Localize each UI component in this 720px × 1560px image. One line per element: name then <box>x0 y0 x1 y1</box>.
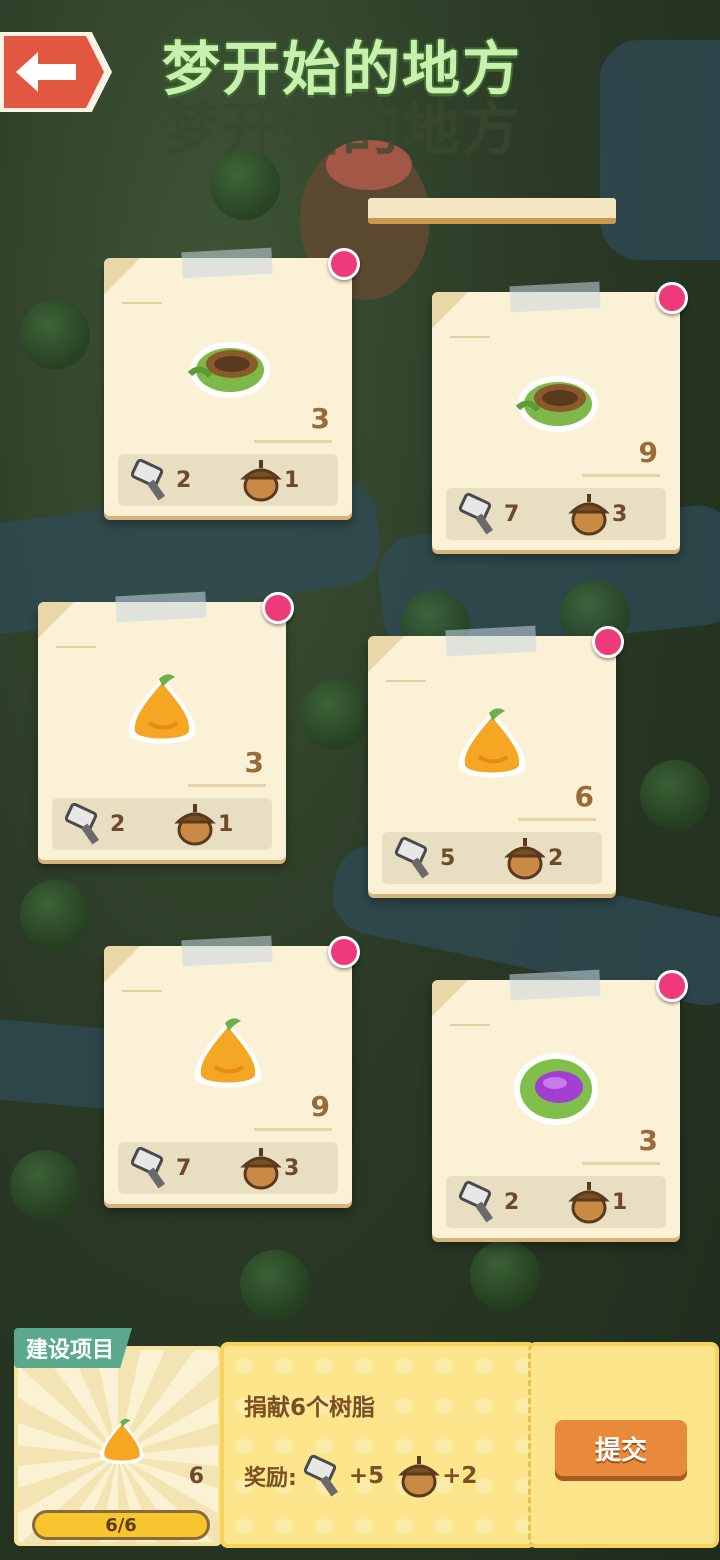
acorn-cost: 2 <box>548 845 564 871</box>
acorn-icon <box>240 460 282 502</box>
acorn-cost: 1 <box>284 467 300 493</box>
cost-row: 5 2 <box>382 832 602 884</box>
notification-dot <box>328 936 360 968</box>
hammer-icon <box>458 1180 494 1223</box>
acorn-cost: 3 <box>284 1155 300 1181</box>
cost-row: 7 3 <box>118 1142 338 1194</box>
hammer-icon <box>130 1146 166 1189</box>
nest-icon <box>178 316 278 416</box>
hammer-icon <box>458 492 494 535</box>
cost-row: 2 1 <box>118 454 338 506</box>
submit-panel: 提交 <box>528 1342 719 1548</box>
acorn-icon <box>398 1456 440 1498</box>
wooden-plank <box>368 198 616 224</box>
hammer-cost: 5 <box>440 845 456 871</box>
order-card-1[interactable]: 3 2 1 <box>104 247 360 528</box>
notification-dot <box>656 970 688 1002</box>
acorn-icon <box>568 494 610 536</box>
item-quantity: 9 <box>638 436 658 469</box>
order-card-5[interactable]: 9 7 3 <box>104 935 360 1216</box>
hammer-icon <box>130 458 166 501</box>
notification-dot <box>592 626 624 658</box>
progress-text: 6/6 <box>105 1514 137 1536</box>
task-description: 捐献6个树脂 <box>244 1395 376 1421</box>
progress-bar: 6/6 <box>32 1510 210 1540</box>
acorn-icon <box>240 1148 282 1190</box>
item-quantity: 9 <box>310 1090 330 1123</box>
reward-row: 奖励: +5 +2 <box>244 1454 491 1498</box>
nest-icon <box>506 350 606 450</box>
leaf-egg-icon <box>506 1038 606 1138</box>
back-arrow-icon <box>16 52 76 92</box>
hammer-cost: 2 <box>176 467 192 493</box>
hammer-icon <box>64 802 100 845</box>
submit-button[interactable]: 提交 <box>555 1420 687 1476</box>
page-title: 梦开始的地方 <box>162 35 523 103</box>
hammer-icon <box>394 836 430 879</box>
notification-dot <box>328 248 360 280</box>
project-panel: 6 6/6 建设项目 捐献6个树脂 奖励: +5 +2 提交 <box>8 1328 719 1548</box>
item-quantity: 3 <box>638 1124 658 1157</box>
acorn-icon <box>568 1182 610 1224</box>
acorn-cost: 3 <box>612 501 628 527</box>
item-quantity: 3 <box>310 402 330 435</box>
reward-label: 奖励: <box>244 1466 297 1491</box>
item-quantity: 6 <box>574 780 594 813</box>
resin-icon <box>112 660 212 760</box>
resin-icon <box>442 694 542 794</box>
acorn-icon <box>504 838 546 880</box>
cost-row: 7 3 <box>446 488 666 540</box>
cost-row: 2 1 <box>446 1176 666 1228</box>
hammer-cost: 2 <box>110 811 126 837</box>
hammer-cost: 2 <box>504 1189 520 1215</box>
item-quantity: 3 <box>244 746 264 779</box>
project-count: 6 <box>188 1464 204 1489</box>
order-card-4[interactable]: 6 5 2 <box>368 625 624 906</box>
back-button[interactable] <box>0 32 112 112</box>
project-thumbnail: 6 6/6 <box>14 1346 222 1546</box>
hammer-icon <box>303 1454 338 1497</box>
project-tag: 建设项目 <box>14 1328 133 1368</box>
cost-row: 2 1 <box>52 798 272 850</box>
notification-dot <box>656 282 688 314</box>
acorn-icon <box>174 804 216 846</box>
acorn-cost: 1 <box>612 1189 628 1215</box>
acorn-cost: 1 <box>218 811 234 837</box>
resin-icon <box>178 1004 278 1104</box>
task-panel: 捐献6个树脂 奖励: +5 +2 <box>220 1342 536 1548</box>
reward-hammer: +5 <box>348 1463 385 1489</box>
notification-dot <box>262 592 294 624</box>
hammer-cost: 7 <box>176 1155 192 1181</box>
order-card-3[interactable]: 3 2 1 <box>38 591 294 872</box>
order-card-6[interactable]: 3 2 1 <box>432 969 688 1250</box>
hammer-cost: 7 <box>504 501 520 527</box>
reward-acorn: +2 <box>442 1463 478 1489</box>
resin-icon <box>94 1414 150 1474</box>
order-card-2[interactable]: 9 7 3 <box>432 281 688 562</box>
